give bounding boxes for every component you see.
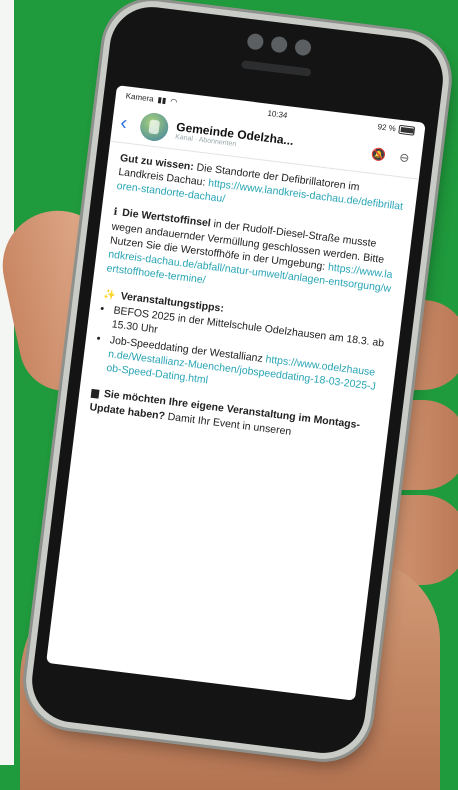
more-options-icon[interactable]: ⊖ bbox=[394, 148, 414, 168]
status-time: 10:34 bbox=[267, 108, 288, 120]
message-body: Gut zu wissen: Die Standorte der Defibri… bbox=[77, 142, 419, 451]
info-icon: ℹ bbox=[112, 206, 118, 219]
back-chevron-icon[interactable]: ‹ bbox=[119, 111, 134, 135]
carrier-label: Kamera bbox=[125, 90, 155, 104]
screen-icon: ▆ bbox=[90, 387, 100, 400]
battery-percent: 92 % bbox=[377, 121, 397, 133]
channel-avatar[interactable] bbox=[138, 111, 170, 143]
battery-icon bbox=[398, 124, 416, 136]
wifi-icon: ◠ bbox=[169, 96, 178, 107]
background-strip bbox=[0, 0, 14, 765]
sparkle-icon: ✨ bbox=[102, 289, 117, 302]
signal-icon: ▮▮ bbox=[157, 94, 167, 105]
mute-bell-icon[interactable]: 🔕 bbox=[369, 144, 389, 164]
